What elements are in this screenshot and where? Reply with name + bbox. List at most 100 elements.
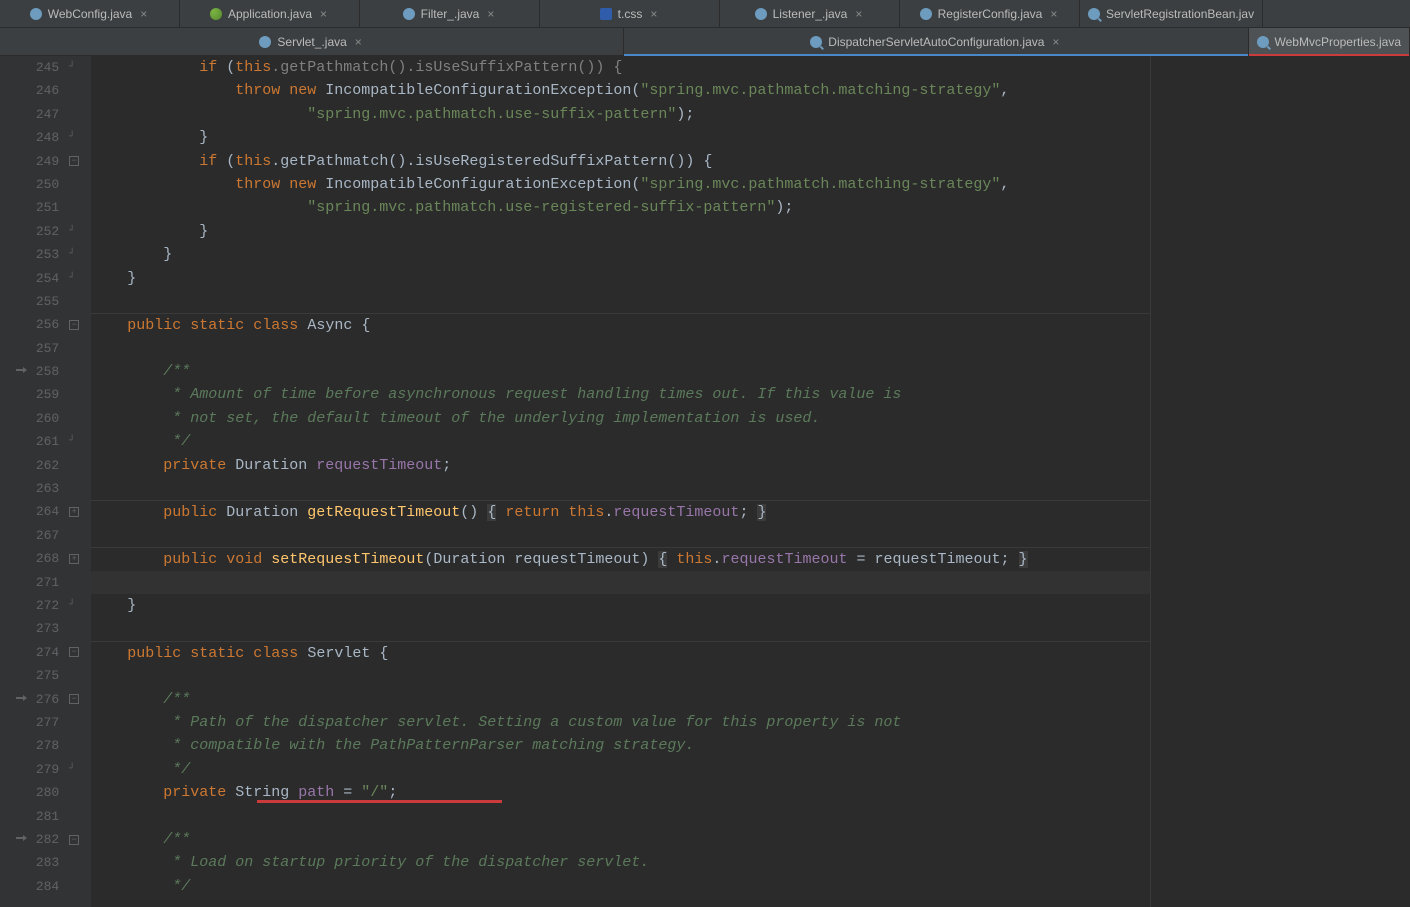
tab-webconfig-java[interactable]: WebConfig.java×: [0, 0, 180, 27]
line-number[interactable]: 255: [16, 290, 59, 313]
line-number[interactable]: 282: [16, 828, 59, 851]
line-number[interactable]: 264: [16, 500, 59, 523]
code-line[interactable]: public static class Async {: [91, 313, 1150, 336]
line-number[interactable]: 278: [16, 734, 59, 757]
code-line[interactable]: }: [91, 126, 1150, 149]
fold-minus-icon[interactable]: −: [69, 320, 79, 330]
line-number-gutter[interactable]: 245246247248249250251252253254255256257 …: [16, 56, 67, 907]
line-number[interactable]: 256: [16, 313, 59, 336]
tab-webmvcproperties-java[interactable]: WebMvcProperties.java: [1249, 28, 1410, 55]
fold-column[interactable]: ┘┘−┘┘┘−┘++┘−−┘−: [67, 56, 91, 907]
close-icon[interactable]: ×: [485, 7, 496, 21]
line-number[interactable]: 253: [16, 243, 59, 266]
fold-minus-icon[interactable]: −: [69, 694, 79, 704]
tab-filter-java[interactable]: Filter_.java×: [360, 0, 540, 27]
impl-arrow-icon[interactable]: [16, 835, 28, 843]
code-line[interactable]: throw new IncompatibleConfigurationExcep…: [91, 79, 1150, 102]
line-number[interactable]: 267: [16, 524, 59, 547]
code-line[interactable]: [91, 524, 1150, 547]
line-number[interactable]: 249: [16, 150, 59, 173]
code-line[interactable]: public static class Servlet {: [91, 641, 1150, 664]
code-line[interactable]: * Amount of time before asynchronous req…: [91, 383, 1150, 406]
line-number[interactable]: 246: [16, 79, 59, 102]
code-line[interactable]: [91, 571, 1150, 594]
line-number[interactable]: 275: [16, 664, 59, 687]
code-line[interactable]: */: [91, 875, 1150, 898]
line-number[interactable]: 258: [16, 360, 59, 383]
code-line[interactable]: */: [91, 430, 1150, 453]
fold-plus-icon[interactable]: +: [69, 554, 79, 564]
code-line[interactable]: private Duration requestTimeout;: [91, 454, 1150, 477]
code-line[interactable]: [91, 664, 1150, 687]
code-line[interactable]: [91, 805, 1150, 828]
line-number[interactable]: 273: [16, 617, 59, 640]
code-line[interactable]: public Duration getRequestTimeout() { re…: [91, 500, 1150, 523]
line-number[interactable]: 280: [16, 781, 59, 804]
code-line[interactable]: * Path of the dispatcher servlet. Settin…: [91, 711, 1150, 734]
fold-plus-icon[interactable]: +: [69, 507, 79, 517]
close-icon[interactable]: ×: [318, 7, 329, 21]
line-number[interactable]: 252: [16, 220, 59, 243]
code-line[interactable]: /**: [91, 360, 1150, 383]
tab-dispatcherservletautoconfiguration-java[interactable]: DispatcherServletAutoConfiguration.java×: [624, 28, 1248, 55]
line-number[interactable]: 259: [16, 383, 59, 406]
fold-minus-icon[interactable]: −: [69, 835, 79, 845]
code-area[interactable]: if (this.getPathmatch().isUseSuffixPatte…: [91, 56, 1150, 907]
line-number[interactable]: 284: [16, 875, 59, 898]
code-line[interactable]: /**: [91, 688, 1150, 711]
tab-registerconfig-java[interactable]: RegisterConfig.java×: [900, 0, 1080, 27]
code-line[interactable]: /**: [91, 828, 1150, 851]
close-icon[interactable]: ×: [138, 7, 149, 21]
fold-minus-icon[interactable]: −: [69, 647, 79, 657]
line-number[interactable]: 248: [16, 126, 59, 149]
line-number[interactable]: 274: [16, 641, 59, 664]
line-number[interactable]: 279: [16, 758, 59, 781]
code-line[interactable]: }: [91, 243, 1150, 266]
line-number[interactable]: 281: [16, 805, 59, 828]
code-line[interactable]: [91, 290, 1150, 313]
tab-application-java[interactable]: Application.java×: [180, 0, 360, 27]
line-number[interactable]: 268: [16, 547, 59, 570]
line-number[interactable]: 283: [16, 851, 59, 874]
code-line[interactable]: */: [91, 758, 1150, 781]
line-number[interactable]: 277: [16, 711, 59, 734]
line-number[interactable]: 257: [16, 337, 59, 360]
close-icon[interactable]: ×: [648, 7, 659, 21]
close-icon[interactable]: ×: [1050, 35, 1061, 49]
line-number[interactable]: 271: [16, 571, 59, 594]
line-number[interactable]: 254: [16, 267, 59, 290]
tab-t-css[interactable]: t.css×: [540, 0, 720, 27]
close-icon[interactable]: ×: [853, 7, 864, 21]
code-line[interactable]: }: [91, 220, 1150, 243]
close-icon[interactable]: ×: [353, 35, 364, 49]
tab-servletregistrationbean-jav[interactable]: ServletRegistrationBean.jav: [1080, 0, 1263, 27]
code-line[interactable]: }: [91, 594, 1150, 617]
code-line[interactable]: * compatible with the PathPatternParser …: [91, 734, 1150, 757]
code-line[interactable]: "spring.mvc.pathmatch.use-suffix-pattern…: [91, 103, 1150, 126]
code-line[interactable]: public void setRequestTimeout(Duration r…: [91, 547, 1150, 570]
impl-arrow-icon[interactable]: [16, 695, 28, 703]
line-number[interactable]: 247: [16, 103, 59, 126]
line-number[interactable]: 261: [16, 430, 59, 453]
code-line[interactable]: if (this.getPathmatch().isUseRegisteredS…: [91, 150, 1150, 173]
line-number[interactable]: 251: [16, 196, 59, 219]
code-line[interactable]: "spring.mvc.pathmatch.use-registered-suf…: [91, 196, 1150, 219]
code-line[interactable]: [91, 337, 1150, 360]
code-line[interactable]: throw new IncompatibleConfigurationExcep…: [91, 173, 1150, 196]
code-line[interactable]: [91, 477, 1150, 500]
line-number[interactable]: 250: [16, 173, 59, 196]
line-number[interactable]: 262: [16, 454, 59, 477]
code-line[interactable]: }: [91, 267, 1150, 290]
code-line[interactable]: * not set, the default timeout of the un…: [91, 407, 1150, 430]
fold-minus-icon[interactable]: −: [69, 156, 79, 166]
line-number[interactable]: 276: [16, 688, 59, 711]
line-number[interactable]: 245: [16, 56, 59, 79]
close-icon[interactable]: ×: [1048, 7, 1059, 21]
code-line[interactable]: * Load on startup priority of the dispat…: [91, 851, 1150, 874]
impl-arrow-icon[interactable]: [16, 367, 28, 375]
tab-listener-java[interactable]: Listener_.java×: [720, 0, 900, 27]
code-line[interactable]: if (this.getPathmatch().isUseSuffixPatte…: [91, 56, 1150, 79]
line-number[interactable]: 260: [16, 407, 59, 430]
tab-servlet-java[interactable]: Servlet_.java×: [0, 28, 624, 55]
code-line[interactable]: private String path = "/";: [91, 781, 1150, 804]
